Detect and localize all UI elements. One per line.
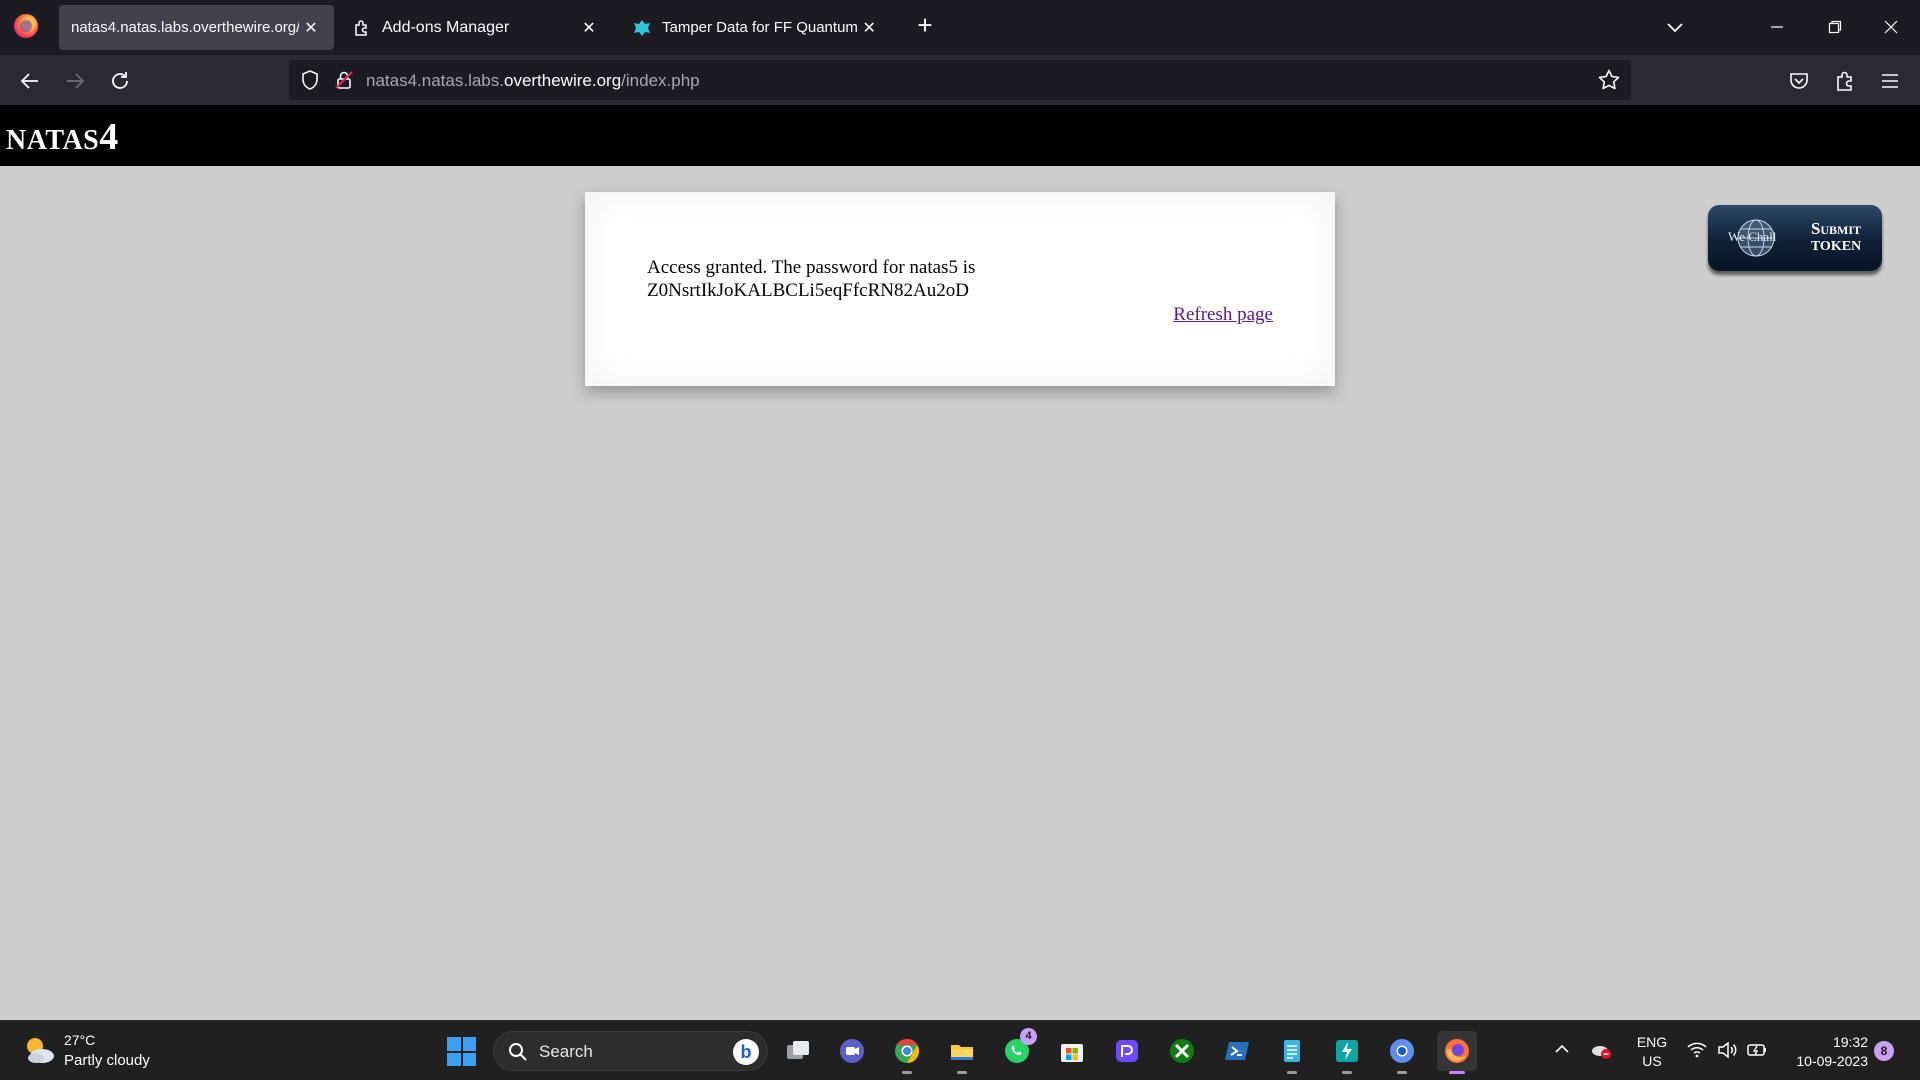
language-code: ENG xyxy=(1636,1034,1668,1050)
whatsapp-badge: 4 xyxy=(1020,1028,1037,1045)
running-indicator xyxy=(1342,1071,1352,1074)
natas-header: NATAS4 xyxy=(0,105,1920,166)
close-icon[interactable]: ✕ xyxy=(578,17,600,39)
title-number: 4 xyxy=(99,116,119,158)
firefox-logo-icon[interactable] xyxy=(14,14,38,38)
powershell-icon[interactable] xyxy=(1217,1031,1257,1071)
pocket-icon[interactable] xyxy=(1785,67,1813,95)
token-label: TOKEN xyxy=(1810,239,1862,254)
browser-tab-bar: natas4.natas.labs.overthewire.org/in ✕ A… xyxy=(0,0,1920,55)
url-text[interactable]: natas4.natas.labs.overthewire.org/index.… xyxy=(366,71,700,91)
navigation-toolbar: natas4.natas.labs.overthewire.org/index.… xyxy=(0,55,1920,105)
region-code: US xyxy=(1642,1053,1662,1069)
window-close-icon[interactable] xyxy=(1876,12,1906,42)
reload-icon[interactable] xyxy=(106,67,134,95)
task-view-icon[interactable] xyxy=(778,1031,818,1071)
url-prefix: natas4.natas.labs. xyxy=(366,71,504,90)
search-icon xyxy=(508,1042,528,1067)
chromium-icon[interactable] xyxy=(1382,1031,1422,1074)
search-placeholder: Search xyxy=(539,1042,593,1061)
clock-time: 19:32 xyxy=(1832,1034,1868,1050)
weather-temperature[interactable]: 27°C xyxy=(64,1032,95,1048)
input-language[interactable]: ENG US xyxy=(1636,1033,1668,1071)
windows-taskbar: 27°C Partly cloudy Search b 4 ENG US 19:… xyxy=(0,1020,1920,1080)
power-automate-icon[interactable] xyxy=(1327,1031,1367,1074)
new-tab-button[interactable]: + xyxy=(912,12,938,39)
puzzle-piece-icon xyxy=(352,18,372,38)
tab-tamper-data[interactable]: Tamper Data for FF Quantum – ✕ xyxy=(620,5,892,50)
wifi-icon[interactable] xyxy=(1686,1039,1708,1061)
partly-cloudy-weather-icon[interactable] xyxy=(22,1033,56,1067)
system-clock[interactable]: 19:32 10-09-2023 xyxy=(1784,1033,1868,1071)
firefox-taskbar-icon[interactable] xyxy=(1437,1031,1477,1074)
wechall-logo-text: We Chall xyxy=(1728,229,1777,244)
teams-chat-icon[interactable] xyxy=(832,1031,872,1071)
tab-title: natas4.natas.labs.overthewire.org/in xyxy=(71,19,299,36)
running-indicator xyxy=(1449,1071,1465,1074)
windows-start-icon[interactable] xyxy=(447,1037,476,1066)
file-explorer-icon[interactable] xyxy=(942,1031,982,1074)
running-indicator xyxy=(957,1071,967,1074)
password-text: Z0NsrtIkJoKALBCLi5eqFfcRN82Au2oD xyxy=(647,280,969,301)
taskbar-search-box[interactable]: Search b xyxy=(493,1031,768,1071)
content-box: Access granted. The password for natas5 … xyxy=(585,192,1335,386)
bing-icon[interactable]: b xyxy=(733,1039,759,1065)
notification-count-badge[interactable]: 8 xyxy=(1874,1041,1894,1061)
access-message: Access granted. The password for natas5 … xyxy=(647,256,1047,302)
list-all-tabs-chevron-down-icon[interactable] xyxy=(1662,14,1688,40)
tracking-protection-shield-icon[interactable] xyxy=(299,69,321,96)
message-line-1: Access granted. The password for natas5 … xyxy=(647,257,976,278)
wechall-submit-token-button[interactable]: We Chall Submit TOKEN xyxy=(1708,205,1882,271)
back-arrow-icon[interactable] xyxy=(16,67,44,95)
tab-natas4[interactable]: natas4.natas.labs.overthewire.org/in ✕ xyxy=(59,5,334,50)
restore-icon[interactable] xyxy=(1820,12,1850,42)
tab-add-ons-manager[interactable]: Add-ons Manager ✕ xyxy=(340,5,612,50)
onedrive-error-icon[interactable] xyxy=(1590,1039,1612,1061)
whatsapp-icon[interactable]: 4 xyxy=(997,1028,1037,1071)
xbox-icon[interactable] xyxy=(1162,1031,1202,1071)
title-text: NATAS xyxy=(6,125,100,156)
hamburger-menu-icon[interactable] xyxy=(1876,67,1904,95)
submit-label: Submit xyxy=(1810,219,1862,238)
microsoft-store-icon[interactable] xyxy=(1052,1031,1092,1071)
notepad-icon[interactable] xyxy=(1272,1031,1312,1074)
running-indicator xyxy=(1397,1071,1407,1074)
extensions-puzzle-icon[interactable] xyxy=(1831,67,1859,95)
running-indicator xyxy=(1287,1071,1297,1074)
running-indicator xyxy=(902,1071,912,1074)
proton-vpn-icon[interactable] xyxy=(1107,1031,1147,1071)
battery-charging-icon[interactable] xyxy=(1746,1039,1768,1061)
clock-date: 10-09-2023 xyxy=(1796,1053,1868,1069)
tamper-data-icon xyxy=(632,18,652,38)
address-bar[interactable]: natas4.natas.labs.overthewire.org/index.… xyxy=(289,60,1631,100)
chrome-icon[interactable] xyxy=(887,1031,927,1074)
tab-title: Add-ons Manager xyxy=(382,18,510,36)
weather-description[interactable]: Partly cloudy xyxy=(64,1052,150,1069)
bookmark-star-icon[interactable] xyxy=(1597,68,1621,97)
url-path: /index.php xyxy=(621,71,700,90)
show-hidden-icons-chevron-up-icon[interactable] xyxy=(1552,1039,1572,1059)
forward-arrow-icon[interactable] xyxy=(61,67,89,95)
url-domain: overthewire.org xyxy=(503,71,622,90)
minimize-icon[interactable] xyxy=(1762,12,1792,42)
web-page: NATAS4 Access granted. The password for … xyxy=(0,105,1920,1020)
volume-icon[interactable] xyxy=(1716,1039,1738,1061)
tab-title: Tamper Data for FF Quantum – xyxy=(662,19,859,36)
close-icon[interactable]: ✕ xyxy=(300,17,322,39)
insecure-lock-icon[interactable] xyxy=(333,69,355,96)
close-icon[interactable]: ✕ xyxy=(858,17,880,39)
submit-token-label: Submit TOKEN xyxy=(1798,220,1874,256)
refresh-page-link[interactable]: Refresh page xyxy=(1173,304,1273,326)
page-title: NATAS4 xyxy=(6,115,119,159)
